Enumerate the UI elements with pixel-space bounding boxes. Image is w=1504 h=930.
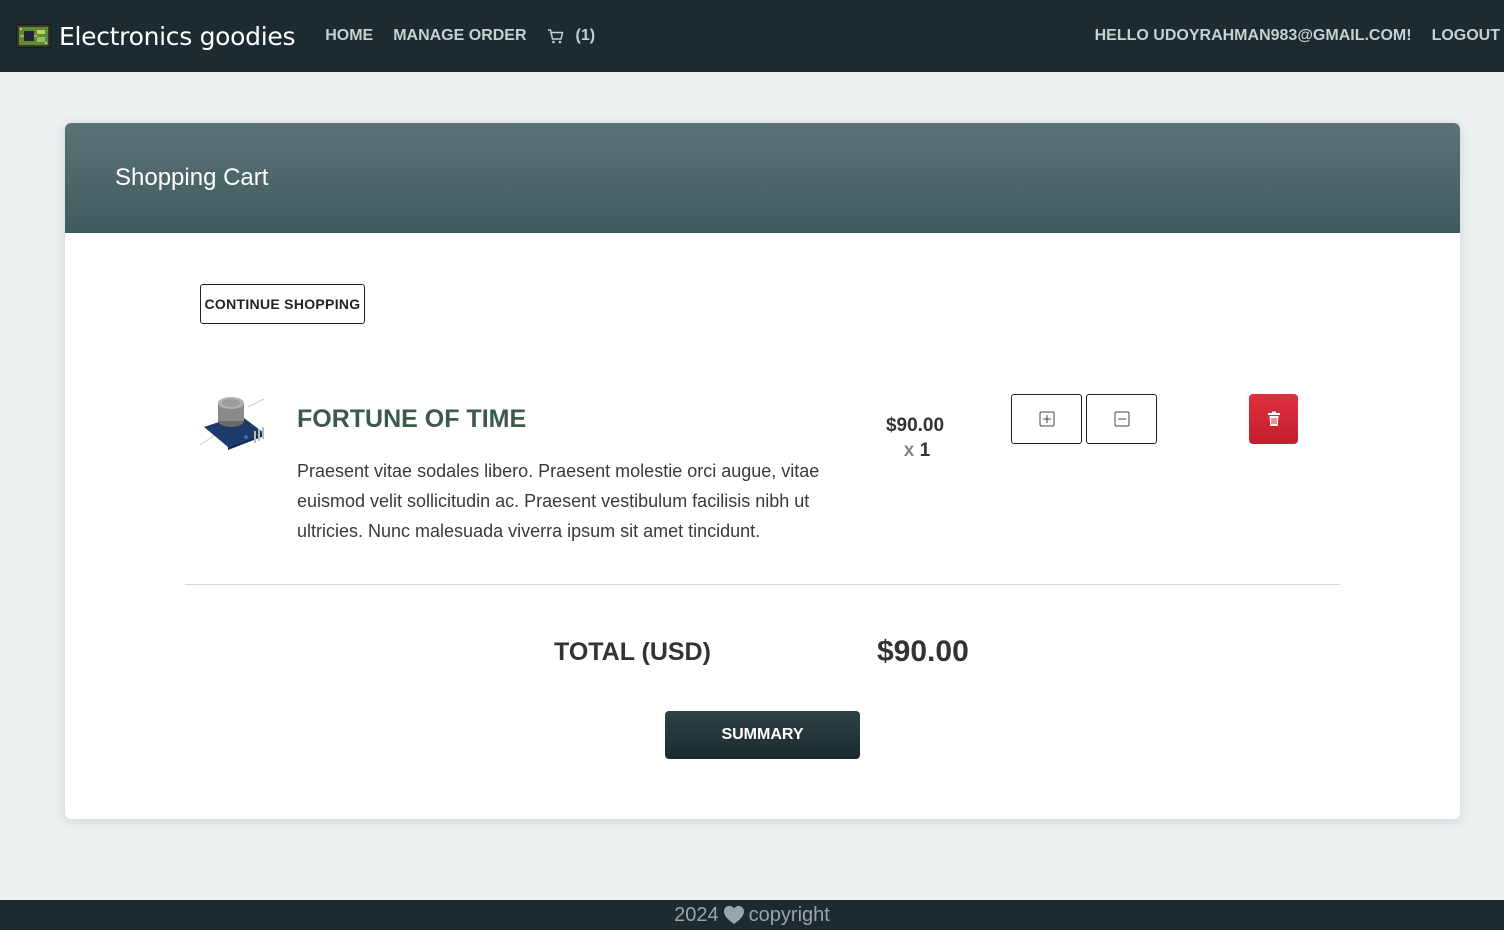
nav-home-link[interactable]: HOME <box>325 27 373 45</box>
page-title: Shopping Cart <box>115 164 269 191</box>
nav-cart-link[interactable]: (1) <box>547 27 596 45</box>
logout-link[interactable]: LOGOUT <box>1432 27 1500 45</box>
footer-copyright: copyright <box>748 903 830 926</box>
continue-shopping-button[interactable]: CONTINUE SHOPPING <box>200 284 365 324</box>
total-label: TOTAL (USD) <box>554 638 711 666</box>
item-description: Praesent vitae sodales libero. Praesent … <box>297 461 820 541</box>
total-value: $90.00 <box>877 635 969 668</box>
decrease-quantity-button[interactable] <box>1086 394 1157 444</box>
footer: 2024 copyright <box>0 900 1504 930</box>
delete-item-button[interactable] <box>1249 394 1298 444</box>
circuit-board-icon <box>16 24 51 48</box>
cart-icon <box>547 29 563 44</box>
shopping-cart-card: Shopping Cart CONTINUE SHOPPING FORTUNE … <box>65 123 1460 819</box>
increase-quantity-button[interactable] <box>1011 394 1082 444</box>
brand-name: Electronics goodies <box>59 21 296 51</box>
item-quantity: x 1 <box>865 440 969 462</box>
heart-icon <box>723 905 744 925</box>
plus-square-icon <box>1039 411 1054 427</box>
item-price: $90.00 <box>885 415 945 436</box>
product-image <box>199 397 265 450</box>
item-title[interactable]: FORTUNE OF TIME <box>297 405 526 434</box>
card-header: Shopping Cart <box>65 123 1460 233</box>
cart-count: (1) <box>575 27 596 44</box>
trash-icon <box>1267 411 1280 426</box>
brand[interactable]: Electronics goodies <box>16 22 295 51</box>
divider <box>185 584 1340 585</box>
minus-square-icon <box>1114 411 1129 427</box>
nav-manage-order-link[interactable]: MANAGE ORDER <box>393 27 526 45</box>
qty-value: 1 <box>919 440 931 461</box>
qty-prefix: x <box>903 440 915 461</box>
summary-button[interactable]: SUMMARY <box>665 711 860 759</box>
footer-year: 2024 <box>674 903 719 926</box>
user-greeting: HELLO UDOYRAHMAN983@GMAIL.COM! <box>1094 27 1412 44</box>
navbar: Electronics goodies HOME MANAGE ORDER (1… <box>0 0 1504 72</box>
